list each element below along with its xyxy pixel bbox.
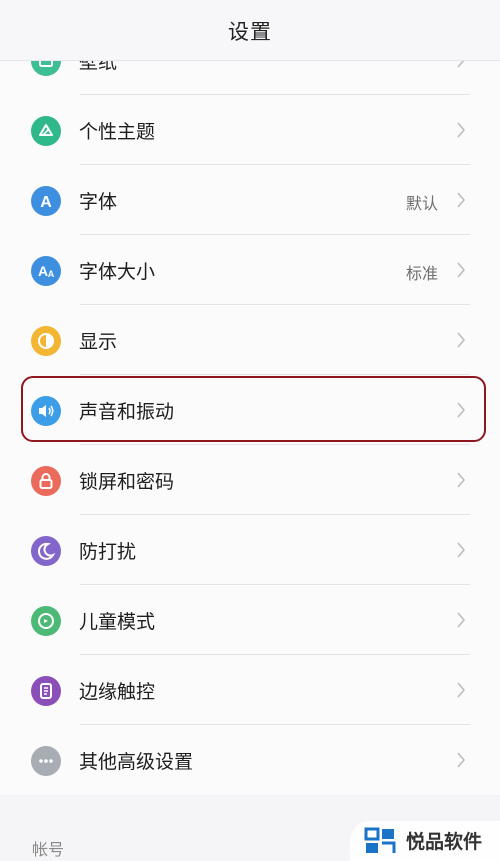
row-other[interactable]: 其他高级设置 [0,725,500,795]
row-kids[interactable]: 儿童模式 [0,585,500,655]
row-label-edge: 边缘触控 [79,681,156,703]
chevron-right-icon [456,611,466,629]
section-header-account: 帐号 [32,840,65,859]
chevron-right-icon [456,471,466,489]
lock-icon [31,466,61,496]
row-label-font-size: 字体大小 [79,261,156,283]
chevron-right-icon [456,541,466,559]
row-label-kids: 儿童模式 [79,611,156,633]
row-font[interactable]: A 字体 默认 [0,165,500,235]
row-label-other: 其他高级设置 [79,751,194,773]
row-label-dnd: 防打扰 [79,541,137,563]
row-display[interactable]: 显示 [0,305,500,375]
kids-icon [31,606,61,636]
edge-icon [31,676,61,706]
row-theme[interactable]: 个性主题 [0,95,500,165]
watermark-text: 悦品软件 [406,831,483,853]
more-icon [31,746,61,776]
row-lock[interactable]: 锁屏和密码 [0,445,500,515]
row-label-lock: 锁屏和密码 [79,471,175,493]
watermark: 悦品软件 [350,821,500,861]
watermark-logo-icon [364,827,396,853]
svg-text:A: A [48,269,55,279]
row-value-font: 默认 [405,194,438,213]
chevron-right-icon [456,121,466,139]
row-edge[interactable]: 边缘触控 [0,655,500,725]
row-label-display: 显示 [79,331,118,353]
font-size-icon: AA [31,256,61,286]
theme-icon [31,116,61,146]
settings-screen: 壁纸 个性主题 A 字体 默认 AA 字体大小 标准 显示 声音和振动 锁屏和密… [0,0,500,861]
moon-icon [31,536,61,566]
font-icon: A [31,186,61,216]
row-dnd[interactable]: 防打扰 [0,515,500,585]
row-value-font-size: 标准 [405,264,438,283]
chevron-right-icon [456,331,466,349]
row-label-font: 字体 [79,191,118,213]
svg-text:A: A [40,194,52,211]
page-title: 设置 [228,20,272,44]
highlight-frame [21,376,486,442]
chevron-right-icon [456,751,466,769]
row-font-size[interactable]: AA 字体大小 标准 [0,235,500,305]
svg-text:A: A [38,263,48,279]
row-label-theme: 个性主题 [79,121,156,143]
title-bar: 设置 [0,0,500,61]
display-icon [31,326,61,356]
chevron-right-icon [456,191,466,209]
chevron-right-icon [456,261,466,279]
chevron-right-icon [456,681,466,699]
